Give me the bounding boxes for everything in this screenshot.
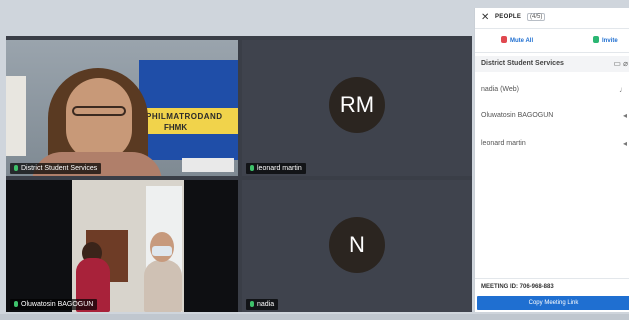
participant-name: leonard martin bbox=[481, 140, 526, 147]
mic-icon bbox=[250, 165, 254, 171]
participant-row[interactable]: nadia (Web) ♩ bbox=[475, 82, 629, 98]
poster-text-2: FHMK bbox=[164, 123, 188, 132]
participant-name: Oluwatosin BAGOGUN bbox=[481, 112, 554, 119]
face-mask bbox=[152, 246, 172, 256]
participant-count: (4/5) bbox=[527, 13, 546, 21]
glasses bbox=[72, 106, 126, 116]
mic-icon bbox=[14, 301, 18, 307]
avatar: RM bbox=[329, 77, 385, 133]
divider bbox=[475, 278, 629, 279]
invite-icon bbox=[593, 36, 599, 43]
invite-label: Invite bbox=[602, 38, 618, 44]
video-name: leonard martin bbox=[257, 165, 302, 172]
mute-all-label: Mute All bbox=[510, 38, 534, 44]
screen-share-icon: ▭ ⌀ bbox=[613, 59, 628, 68]
mic-icon bbox=[250, 301, 254, 307]
video-name-tag: nadia bbox=[246, 299, 279, 310]
video-name-tag: District Student Services bbox=[10, 163, 102, 174]
invite-button[interactable]: Invite bbox=[593, 36, 618, 44]
host-name: District Student Services bbox=[481, 60, 564, 67]
participant-name: nadia (Web) bbox=[481, 86, 520, 93]
video-name-tag: Oluwatosin BAGOGUN bbox=[10, 299, 98, 310]
whiteboard bbox=[6, 76, 26, 156]
video-tile-district[interactable]: PHILMATRODAND FHMK District Student Serv… bbox=[6, 40, 238, 176]
desk-items bbox=[182, 158, 234, 172]
divider bbox=[475, 52, 629, 53]
participant-row[interactable]: Oluwatosin BAGOGUN ◂ bbox=[475, 108, 629, 124]
people-panel: ✕ PEOPLE (4/5) Mute All Invite District … bbox=[474, 8, 629, 312]
mic-icon[interactable]: ♩ bbox=[619, 85, 627, 94]
person-body-2 bbox=[144, 260, 182, 312]
meeting-id: MEETING ID: 706-968-883 bbox=[481, 284, 554, 290]
poster-text: PHILMATRODAND bbox=[146, 112, 223, 121]
bottom-bar bbox=[0, 314, 629, 320]
avatar: N bbox=[329, 217, 385, 273]
mic-icon bbox=[14, 165, 18, 171]
video-grid: PHILMATRODAND FHMK District Student Serv… bbox=[6, 36, 472, 312]
host-row[interactable]: District Student Services ▭ ⌀ bbox=[475, 56, 629, 72]
panel-header: ✕ PEOPLE (4/5) bbox=[475, 8, 629, 28]
video-name: District Student Services bbox=[21, 165, 98, 172]
panel-title: PEOPLE bbox=[495, 14, 522, 20]
panel-actions: Mute All Invite bbox=[475, 32, 629, 50]
video-tile-leonard[interactable]: RM leonard martin bbox=[242, 40, 472, 176]
dark-area-right bbox=[184, 180, 238, 312]
mic-icon[interactable]: ◂ bbox=[623, 111, 627, 120]
participant-row[interactable]: leonard martin ◂ bbox=[475, 136, 629, 152]
video-name-tag: leonard martin bbox=[246, 163, 306, 174]
divider bbox=[475, 28, 629, 29]
dark-area bbox=[6, 180, 72, 312]
close-icon[interactable]: ✕ bbox=[481, 12, 489, 23]
video-name: nadia bbox=[257, 301, 275, 308]
video-tile-oluwatosin[interactable]: Oluwatosin BAGOGUN bbox=[6, 180, 238, 312]
mute-icon bbox=[501, 36, 507, 43]
person-face bbox=[66, 78, 132, 160]
video-name: Oluwatosin BAGOGUN bbox=[21, 301, 94, 308]
mic-icon[interactable]: ◂ bbox=[623, 139, 627, 148]
mute-all-button[interactable]: Mute All bbox=[501, 36, 533, 44]
copy-meeting-link-button[interactable]: Copy Meeting Link bbox=[477, 296, 629, 310]
video-tile-nadia[interactable]: N nadia bbox=[242, 180, 472, 312]
